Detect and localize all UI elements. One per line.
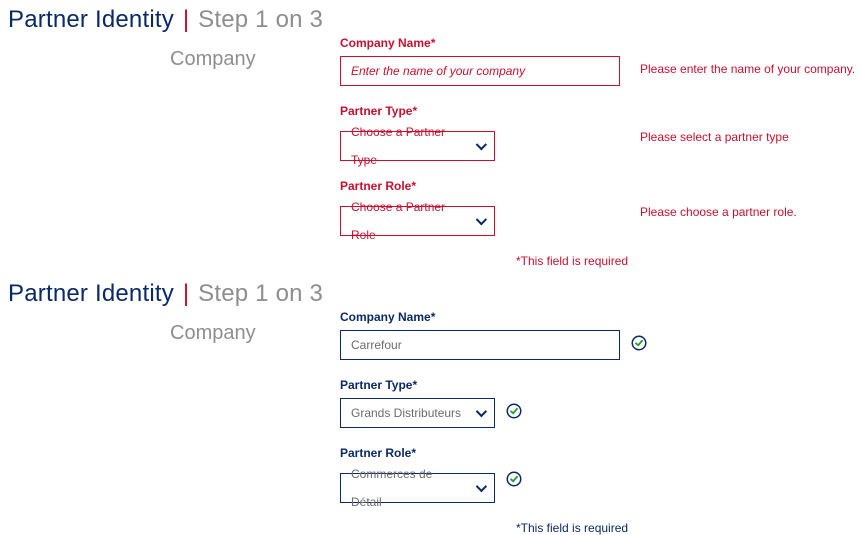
chevron-down-icon xyxy=(476,481,487,492)
partner-role-error: Please choose a partner role. xyxy=(640,205,797,219)
checkmark-icon xyxy=(505,470,523,488)
company-name-input[interactable] xyxy=(340,330,620,360)
company-name-error: Please enter the name of your company. xyxy=(640,62,855,76)
section-label-company: Company xyxy=(170,48,256,71)
chevron-down-icon xyxy=(476,406,487,417)
step-progress: Step 1 on 3 xyxy=(198,280,323,307)
checkmark-icon xyxy=(505,402,523,420)
chevron-down-icon xyxy=(476,139,487,150)
field-partner-role: Partner Role* Commerces de Détail xyxy=(340,446,862,503)
error-state-block: Partner Identity | Step 1 on 3 Company C… xyxy=(0,0,862,268)
partner-role-value: Commerces de Détail xyxy=(351,460,466,516)
step-title: Partner Identity xyxy=(8,280,174,307)
field-company-name: Company Name* Please enter the name of y… xyxy=(340,36,862,86)
chevron-down-icon xyxy=(476,214,487,225)
partner-role-select[interactable]: Commerces de Détail xyxy=(340,473,495,503)
partner-type-select[interactable]: Choose a Partner Type xyxy=(340,131,495,161)
field-partner-role: Partner Role* Choose a Partner Role Plea… xyxy=(340,179,862,236)
field-partner-type: Partner Type* Choose a Partner Type Plea… xyxy=(340,104,862,161)
section-label-company: Company xyxy=(170,322,256,345)
partner-role-label: Partner Role* xyxy=(340,446,862,460)
partner-role-select[interactable]: Choose a Partner Role xyxy=(340,206,495,236)
step-header: Partner Identity | Step 1 on 3 xyxy=(0,280,862,308)
partner-role-value: Choose a Partner Role xyxy=(351,193,466,249)
step-header: Partner Identity | Step 1 on 3 xyxy=(0,6,862,34)
step-separator: | xyxy=(183,280,189,307)
partner-type-value: Grands Distributeurs xyxy=(351,399,461,427)
step-separator: | xyxy=(183,6,189,33)
company-name-label: Company Name* xyxy=(340,310,862,324)
field-partner-type: Partner Type* Grands Distributeurs xyxy=(340,378,862,428)
company-name-input[interactable] xyxy=(340,56,620,86)
step-title: Partner Identity xyxy=(8,6,174,33)
partner-type-value: Choose a Partner Type xyxy=(351,118,466,174)
partner-type-error: Please select a partner type xyxy=(640,130,789,144)
partner-type-select[interactable]: Grands Distributeurs xyxy=(340,398,495,428)
partner-role-label: Partner Role* xyxy=(340,179,862,193)
checkmark-icon xyxy=(630,334,648,352)
required-field-note: *This field is required xyxy=(516,521,862,535)
field-company-name: Company Name* xyxy=(340,310,862,360)
step-progress: Step 1 on 3 xyxy=(198,6,323,33)
partner-type-label: Partner Type* xyxy=(340,378,862,392)
company-name-label: Company Name* xyxy=(340,36,862,50)
valid-state-block: Partner Identity | Step 1 on 3 Company C… xyxy=(0,274,862,535)
partner-type-label: Partner Type* xyxy=(340,104,862,118)
required-field-note: *This field is required xyxy=(516,254,862,268)
